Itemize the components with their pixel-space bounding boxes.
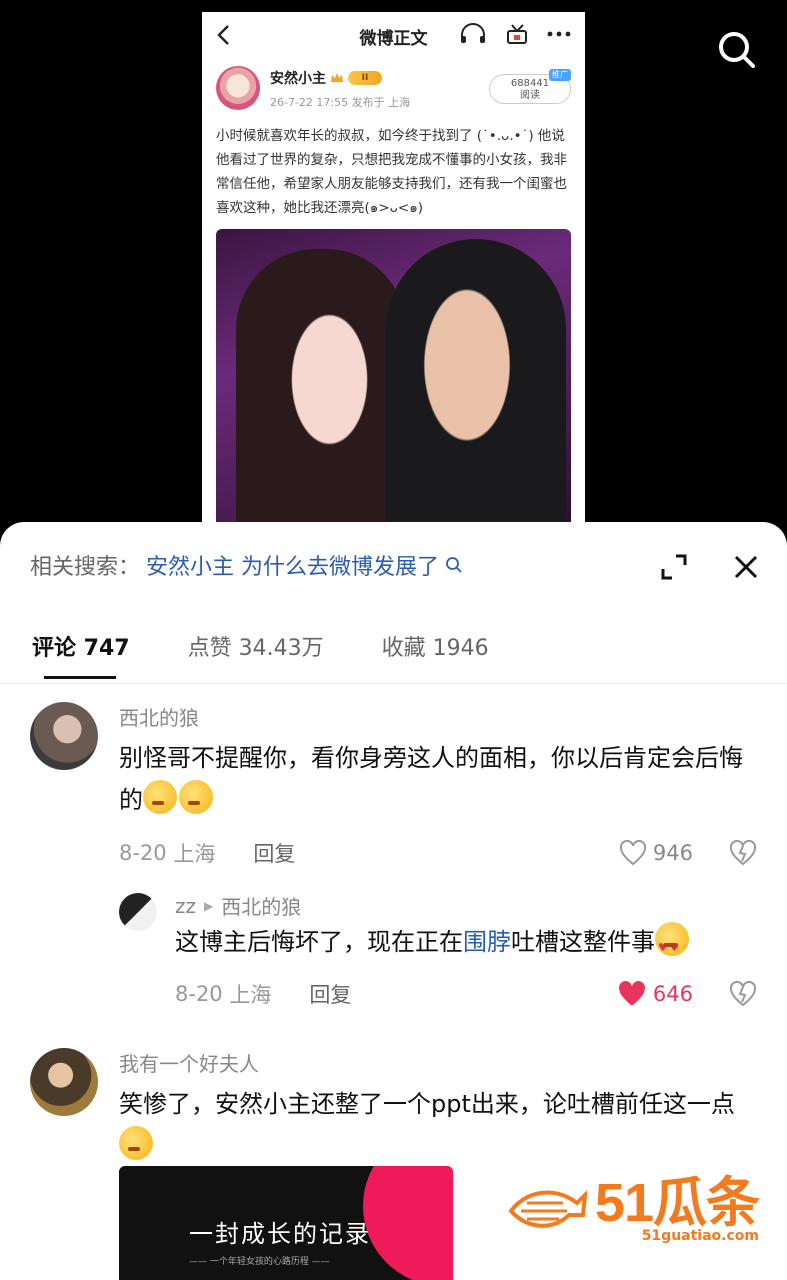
tab-favorites[interactable]: 收藏 1946 [382, 630, 489, 662]
search-icon[interactable] [715, 28, 759, 72]
comment-text[interactable]: 笑惨了，安然小主还整了一个ppt出来，论吐槽前任这一点 [119, 1083, 787, 1167]
tab-comments[interactable]: 评论 747 [32, 630, 130, 662]
like-count: 646 [652, 982, 693, 1006]
comments-sheet: 相关搜索： 安然小主 为什么去微博发展了 评论 747 点赞 34.43万 收藏… [0, 522, 787, 1280]
weibo-post-meta: 26-7-22 17:55 发布于 上海 [270, 96, 411, 109]
reply-button[interactable]: 回复 [253, 838, 295, 868]
reply-location: 上海 [229, 983, 272, 1007]
comment-list: 西北的狼 别怪哥不提醒你，看你身旁这人的面相，你以后肯定会后悔的 8-20 上海… [0, 684, 787, 1167]
comment-author[interactable]: 我有一个好夫人 [119, 1030, 787, 1077]
comment-text[interactable]: 别怪哥不提醒你，看你身旁这人的面相，你以后肯定会后悔的 [119, 737, 787, 821]
thumbnail-title: 一封成长的记录 [189, 1220, 371, 1248]
avatar[interactable] [30, 702, 98, 770]
reply-date: 8-20 [175, 982, 223, 1006]
like-count: 946 [652, 841, 693, 865]
sweat-emoji-icon [119, 1126, 153, 1160]
expand-icon[interactable] [661, 554, 687, 580]
back-icon [217, 25, 229, 45]
gift-icon [507, 24, 527, 44]
heart-outline-icon [619, 840, 646, 866]
related-search-label: 相关搜索： [30, 555, 141, 580]
reply-to-author[interactable]: 西北的狼 [221, 891, 301, 920]
read-count-box: 推广 688441 阅读 [489, 69, 571, 104]
crown-icon [331, 73, 343, 82]
reply-author-row: zz ▶ 西北的狼 [175, 891, 787, 920]
related-search-query[interactable]: 安然小主 为什么去微博发展了 [146, 549, 439, 581]
read-label: 阅读 [520, 90, 540, 101]
sweat-emoji-icon [179, 780, 213, 814]
weibo-post-photo [216, 229, 571, 529]
reply-text[interactable]: 这博主后悔坏了，现在正在围脖吐槽这整件事 [175, 922, 787, 968]
reply-link[interactable]: 围脖 [463, 928, 511, 956]
search-icon [446, 557, 462, 573]
weibo-nav-bar: 微博正文 [202, 12, 585, 58]
fish-logo-icon [508, 1190, 587, 1228]
sweat-emoji-icon [143, 780, 177, 814]
tab-likes[interactable]: 点赞 34.43万 [188, 630, 324, 662]
avatar[interactable] [119, 893, 157, 931]
heart-filled-icon [618, 981, 645, 1006]
comment-image-thumbnail[interactable]: 一封成长的记录 —— 一个年轻女孩的心路历程 —— [119, 1166, 453, 1280]
weibo-post-screenshot: 微博正文 安然小主 II 26-7-22 17:55 发布于 上海 推广 688… [202, 12, 585, 532]
weibo-author-avatar [216, 66, 260, 110]
weibo-post-text: 小时候就喜欢年长的叔叔，如今终于找到了 (˙•.ᴗ.•˙) 他说他看过了世界的复… [216, 128, 567, 216]
ad-badge: 推广 [549, 69, 571, 81]
like-button[interactable]: 946 [619, 840, 693, 866]
reply-footer: 8-20 上海 回复 646 [175, 968, 787, 1020]
comment-item: 我有一个好夫人 笑惨了，安然小主还整了一个ppt出来，论吐槽前任这一点 [0, 1030, 787, 1167]
listen-icon [461, 23, 485, 43]
active-tab-indicator [44, 676, 116, 679]
close-icon[interactable] [733, 554, 759, 580]
comment-tabs: 评论 747 点赞 34.43万 收藏 1946 [0, 608, 787, 684]
like-button[interactable]: 646 [617, 980, 693, 1008]
photo-person-left [236, 249, 406, 529]
weibo-author-row: 安然小主 II 26-7-22 17:55 发布于 上海 推广 688441 阅… [202, 58, 585, 114]
vip-badge: II [348, 71, 382, 85]
thumbnail-decoration [363, 1166, 453, 1280]
more-icon [547, 31, 571, 37]
comment-location: 上海 [173, 842, 216, 866]
reply-author[interactable]: zz [175, 894, 196, 918]
comment-footer: 8-20 上海 回复 946 [119, 827, 787, 879]
comment-author[interactable]: 西北的狼 [119, 684, 787, 731]
avatar[interactable] [30, 1048, 98, 1116]
heart-eyes-emoji-icon [655, 922, 689, 968]
comment-date: 8-20 [119, 841, 167, 865]
site-watermark: 51瓜条 51guatiao.com [507, 1173, 760, 1244]
comment-item: 西北的狼 别怪哥不提醒你，看你身旁这人的面相，你以后肯定会后悔的 8-20 上海… [0, 684, 787, 1020]
video-area[interactable]: 微博正文 安然小主 II 26-7-22 17:55 发布于 上海 推广 688… [0, 0, 787, 540]
dislike-icon[interactable] [729, 839, 757, 867]
thumbnail-subtitle: —— 一个年轻女孩的心路历程 —— [189, 1257, 330, 1267]
watermark-brand: 51瓜条 [594, 1173, 760, 1233]
reply-item: zz ▶ 西北的狼 这博主后悔坏了，现在正在围脖吐槽这整件事 8-20 上海 回… [0, 891, 787, 1020]
photo-person-right [386, 239, 566, 529]
weibo-author-name: 安然小主 [270, 71, 326, 87]
dislike-icon[interactable] [729, 980, 757, 1008]
reply-button[interactable]: 回复 [309, 979, 351, 1009]
reply-arrow-icon: ▶ [204, 898, 214, 913]
